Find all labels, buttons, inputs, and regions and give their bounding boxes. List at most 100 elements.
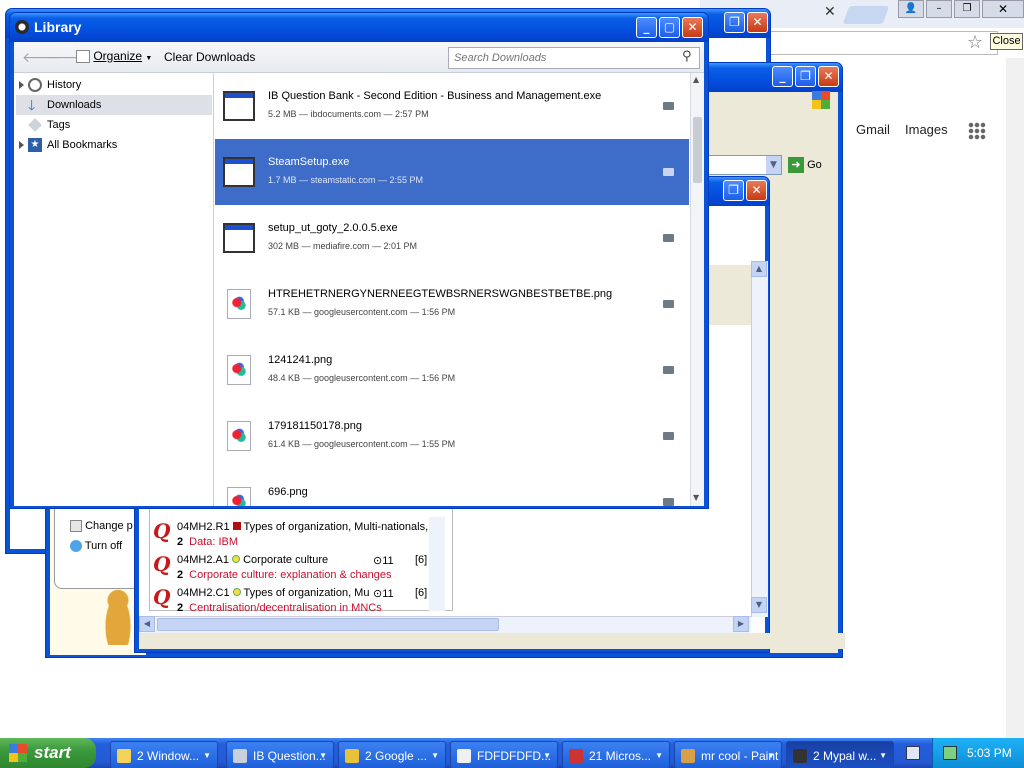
qb-hscroll-thumb[interactable]	[157, 618, 499, 631]
bg2-maximize-button[interactable]: ❐	[795, 66, 816, 87]
system-tray: 5:03 PM	[932, 738, 1024, 768]
open-folder-icon[interactable]	[663, 300, 674, 308]
taskbar-button-label: 21 Micros...	[589, 749, 652, 763]
scroll-thumb[interactable]	[693, 117, 702, 183]
download-item[interactable]: setup_ut_goty_2.0.0.5.exe 302 MB — mediaf…	[215, 205, 689, 271]
clear-downloads-button[interactable]: Clear Downloads	[164, 50, 255, 64]
change-settings-icon	[70, 520, 82, 533]
open-folder-icon[interactable]	[663, 366, 674, 374]
browser-close-button[interactable]: ✕	[982, 0, 1024, 18]
question-points: [6]	[415, 554, 428, 566]
sidebar-item-history[interactable]: History	[16, 75, 212, 95]
start-button[interactable]: start	[0, 738, 96, 768]
browser-scrollbar[interactable]	[1006, 58, 1024, 738]
taskbar-button[interactable]: 21 Micros... ▼	[562, 741, 670, 768]
library-maximize-button[interactable]: ▢	[659, 17, 680, 38]
question-logo-icon: Q	[153, 519, 171, 543]
download-item[interactable]: 179181150178.png 61.4 KB — googleusercont…	[215, 403, 689, 469]
open-folder-icon[interactable]	[663, 234, 674, 242]
apps-grid-icon[interactable]	[968, 122, 986, 140]
qb-scroll-down-arrow-icon[interactable]: ▼	[751, 597, 767, 613]
downloads-scrollbar[interactable]: ▲ ▼	[690, 73, 704, 506]
expand-twisty-icon[interactable]	[19, 81, 24, 89]
sidebar-item-label: Downloads	[47, 99, 102, 111]
address-dropdown-chevron-icon[interactable]: ▼	[766, 156, 781, 174]
browser-maximize-button[interactable]: –	[926, 0, 952, 18]
taskbar-button[interactable]: 2 Google ... ▼	[338, 741, 446, 768]
taskbar-button[interactable]: IB Question... ▼	[226, 741, 334, 768]
qb-vertical-scrollbar[interactable]	[751, 261, 768, 617]
sidebar-item-tags[interactable]: Tags	[16, 115, 212, 135]
chevron-down-icon: ▼	[655, 751, 663, 760]
organize-button[interactable]: Organize ▼	[76, 49, 152, 64]
images-link[interactable]: Images	[905, 122, 948, 137]
download-filename: HTREHETRNERGYNERNEEGTEWBSRNERSWGNBESTBET…	[268, 288, 613, 300]
bg1-maximize-button[interactable]: ❐	[724, 12, 745, 33]
expand-twisty-icon[interactable]	[19, 141, 24, 149]
gmail-link[interactable]: Gmail	[856, 122, 890, 137]
library-toolbar: 🡐 🡒 Organize ▼ Clear Downloads ⚲	[14, 42, 704, 73]
library-sidebar: History 🡓 Downloads Tags ★ All Bookmarks	[14, 73, 214, 506]
library-titlebar: Library	[10, 13, 708, 42]
open-folder-icon[interactable]	[663, 168, 674, 176]
question-row[interactable]: Q 04MH2.R1 Types of organization, Multi-…	[153, 519, 433, 551]
qb-close-button[interactable]: ✕	[746, 180, 767, 201]
question-logo-icon: Q	[153, 552, 171, 576]
download-item[interactable]: HTREHETRNERGYNERNEEGTEWBSRNERSWGNBESTBET…	[215, 271, 689, 337]
browser-minimize-button[interactable]: 👤	[898, 0, 924, 18]
bookmark-star-icon[interactable]: ☆	[967, 32, 983, 53]
question-row[interactable]: Q 04MH2.C1 Types of organization, Mu ⊙11…	[153, 585, 433, 617]
question-row[interactable]: Q 04MH2.A1 Corporate culture ⊙11 [6] 2 Co…	[153, 552, 433, 584]
rover-dog-icon[interactable]	[100, 583, 136, 645]
open-folder-icon[interactable]	[663, 102, 674, 110]
yellow-circle-icon	[232, 588, 241, 596]
taskbar-button[interactable]: mr cool - Paint ▼	[674, 741, 782, 768]
go-label: Go	[807, 159, 822, 171]
open-folder-icon[interactable]	[663, 498, 674, 506]
browser-restore-button[interactable]: ❐	[954, 0, 980, 18]
bg2-minimize-button[interactable]: _	[772, 66, 793, 87]
qb-scroll-up-arrow-icon[interactable]: ▲	[751, 261, 767, 277]
library-app-icon	[15, 20, 29, 34]
question-code: 04MH2.A1 Corporate culture	[177, 554, 329, 566]
download-item[interactable]: IB Question Bank - Second Edition - Busi…	[215, 73, 689, 139]
qb-maximize-button[interactable]: ❐	[723, 180, 744, 201]
download-item[interactable]: 1241241.png 48.4 KB — googleusercontent.c…	[215, 337, 689, 403]
bg1-close-button[interactable]: ✕	[747, 12, 768, 33]
bg2-close-button[interactable]: ✕	[818, 66, 839, 87]
taskbar-button-label: 2 Window...	[137, 749, 200, 763]
download-item[interactable]: 696.png	[215, 469, 689, 506]
helper-turnoff-item[interactable]: Turn off	[70, 540, 123, 553]
clock: 5:03 PM	[967, 746, 1012, 760]
taskbar-button[interactable]: 2 Mypal w... ▼	[786, 741, 894, 768]
library-close-button[interactable]: ✕	[682, 17, 703, 38]
scroll-up-arrow-icon[interactable]: ▲	[693, 75, 699, 84]
sidebar-item-all-bookmarks[interactable]: ★ All Bookmarks	[16, 135, 212, 155]
keyboard-icon[interactable]	[906, 746, 920, 760]
new-tab-button[interactable]	[842, 6, 890, 24]
helper-turnoff-label: Turn off	[84, 540, 123, 552]
search-downloads-input[interactable]	[448, 47, 700, 69]
app-icon	[233, 749, 247, 763]
chevron-down-icon: ▼	[431, 751, 439, 760]
exe-window-icon	[223, 223, 255, 253]
network-icon[interactable]	[943, 746, 957, 760]
open-folder-icon[interactable]	[663, 432, 674, 440]
scroll-down-arrow-icon[interactable]: ▼	[693, 493, 699, 502]
qb-scroll-right-arrow-icon[interactable]: ▶	[733, 616, 749, 632]
chevron-down-icon: ▼	[879, 751, 887, 760]
browser-tab-close-icon[interactable]: ✕	[824, 5, 838, 19]
go-button[interactable]: ➜ Go	[788, 155, 828, 175]
search-icon[interactable]: ⚲	[682, 49, 692, 64]
taskbar-button[interactable]: 2 Window... ▼	[110, 741, 218, 768]
download-item[interactable]: SteamSetup.exe 1.7 MB — steamstatic.com —…	[215, 139, 689, 205]
qb-scroll-left-arrow-icon[interactable]: ◀	[139, 616, 155, 632]
sidebar-item-label: History	[47, 79, 82, 91]
helper-change-item[interactable]: Change p	[70, 520, 133, 533]
taskbar-button[interactable]: FDFDFDFD... ▼	[450, 741, 558, 768]
download-filename: 179181150178.png	[268, 420, 363, 432]
organize-label: Organize	[93, 49, 143, 63]
sidebar-item-downloads[interactable]: 🡓 Downloads	[16, 95, 212, 115]
question-code: 04MH2.R1 Types of organization, Multi-na…	[177, 521, 429, 533]
library-minimize-button[interactable]: _	[636, 17, 657, 38]
